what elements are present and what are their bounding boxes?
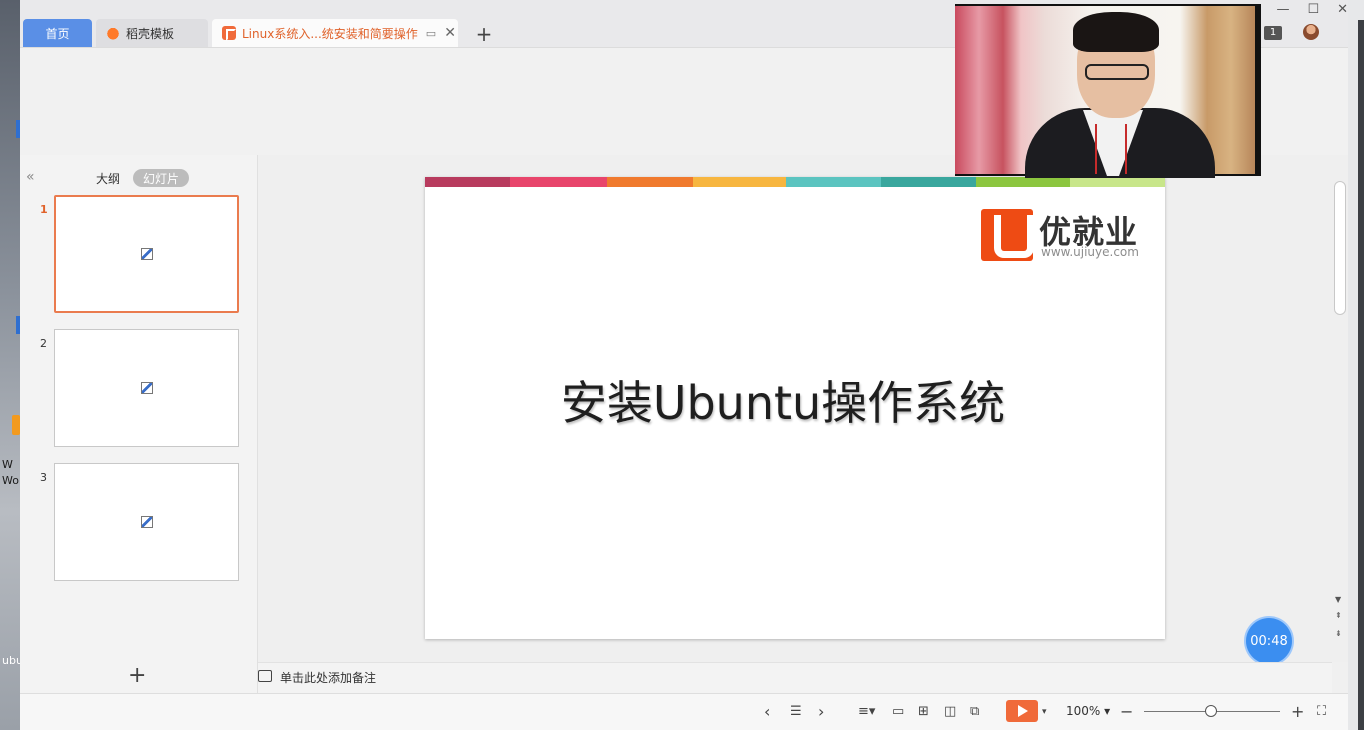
close-window-icon[interactable]: ✕: [1337, 2, 1348, 17]
maximize-icon[interactable]: ☐: [1307, 2, 1319, 17]
broken-image-icon: [140, 248, 153, 260]
slide-sorter-icon[interactable]: ⊞: [918, 704, 929, 719]
tab-slides[interactable]: 幻灯片: [133, 169, 189, 187]
notes-icon: [258, 670, 272, 682]
desktop-app-icon[interactable]: [12, 415, 20, 435]
tab-home[interactable]: 首页: [23, 19, 92, 47]
notes-placeholder[interactable]: 单击此处添加备注: [280, 669, 376, 686]
notes-view-icon[interactable]: ≡▾: [858, 704, 875, 719]
presenter-tools-icon[interactable]: ⧉: [970, 704, 979, 719]
color-bar-segment: [786, 177, 881, 187]
reading-view-icon[interactable]: ◫: [944, 704, 956, 719]
slide-canvas: 优就业 www.ujiuye.com 安装Ubuntu操作系统: [258, 155, 1332, 662]
tab-templates-label: 稻壳模板: [126, 26, 175, 41]
tab-outline[interactable]: 大纲: [88, 169, 128, 187]
normal-view-icon[interactable]: ▭: [892, 704, 904, 719]
next-page-icon[interactable]: ⇟: [1335, 629, 1342, 638]
slide-thumbnail-3[interactable]: [54, 463, 239, 581]
color-bar-segment: [693, 177, 786, 187]
play-options-chevron-icon[interactable]: ▾: [1042, 707, 1047, 717]
play-slideshow-button[interactable]: [1006, 700, 1038, 722]
slide-number: 1: [40, 203, 48, 216]
screen-icon[interactable]: ▭: [426, 27, 436, 40]
scroll-down-icon[interactable]: ▼: [1335, 595, 1341, 604]
ujiuye-logo-icon: [981, 209, 1034, 261]
color-bar-segment: [510, 177, 607, 187]
slide-thumbnail-2[interactable]: [54, 329, 239, 447]
slide-number: 3: [40, 471, 47, 484]
next-slide-icon[interactable]: ›: [818, 702, 824, 721]
slide-title[interactable]: 安装Ubuntu操作系统: [425, 367, 1165, 433]
minimize-icon[interactable]: —: [1276, 2, 1289, 17]
fit-window-icon[interactable]: ⛶: [1317, 704, 1326, 719]
window-controls: — ☐ ✕: [1276, 2, 1348, 17]
status-bar: ‹ ☰ › ≡▾ ▭ ⊞ ◫ ⧉ ▾ 100% ▾ − + ⛶: [20, 693, 1348, 730]
close-tab-icon[interactable]: ✕: [444, 25, 456, 41]
slide-list-icon[interactable]: ☰: [790, 704, 802, 719]
zoom-in-icon[interactable]: +: [1291, 702, 1304, 721]
slide-color-bar: [425, 177, 1165, 187]
tab-templates[interactable]: 稻壳模板: [96, 19, 208, 47]
zoom-out-icon[interactable]: −: [1120, 702, 1133, 721]
recording-timer[interactable]: 00:48: [1246, 618, 1292, 664]
broken-image-icon: [140, 516, 153, 528]
user-avatar[interactable]: [1303, 24, 1319, 40]
color-bar-segment: [1070, 177, 1165, 187]
slide-thumbnail-1[interactable]: [54, 195, 239, 313]
previous-slide-icon[interactable]: ‹: [764, 702, 770, 721]
scrollbar-thumb[interactable]: [1334, 181, 1346, 315]
desktop-icon-label: Wo: [2, 474, 19, 487]
tab-document-label: Linux系统入...统安装和简要操作: [242, 26, 418, 41]
daoke-flame-icon: [106, 26, 120, 40]
notes-bar[interactable]: 单击此处添加备注: [258, 662, 1332, 693]
notification-badge[interactable]: 1: [1264, 26, 1282, 40]
color-bar-segment: [607, 177, 693, 187]
slide-number: 2: [40, 337, 47, 350]
zoom-slider-handle[interactable]: [1205, 705, 1217, 717]
presentation-file-icon: [222, 26, 236, 41]
logo-url: www.ujiuye.com: [1041, 245, 1139, 259]
color-bar-segment: [976, 177, 1070, 187]
prev-page-icon[interactable]: ⇞: [1335, 611, 1342, 620]
webcam-overlay: [955, 4, 1261, 178]
desktop-background: W Wo ubu: [0, 0, 23, 730]
desktop-icon-label: W: [2, 458, 13, 471]
current-slide[interactable]: 优就业 www.ujiuye.com 安装Ubuntu操作系统: [425, 177, 1165, 639]
add-slide-button[interactable]: +: [128, 663, 146, 688]
new-tab-button[interactable]: +: [474, 22, 494, 46]
color-bar-segment: [881, 177, 976, 187]
collapse-panel-icon[interactable]: «: [26, 169, 35, 185]
vertical-scrollbar[interactable]: ▼ ⇞ ⇟: [1332, 155, 1348, 662]
tab-document[interactable]: Linux系统入...统安装和简要操作 ▭ ✕: [212, 19, 458, 47]
desktop-right-edge: [1348, 0, 1364, 730]
zoom-level[interactable]: 100% ▾: [1066, 704, 1110, 718]
color-bar-segment: [425, 177, 510, 187]
slide-panel: « 大纲 幻灯片 1 2 3 +: [20, 155, 258, 693]
broken-image-icon: [140, 382, 153, 394]
